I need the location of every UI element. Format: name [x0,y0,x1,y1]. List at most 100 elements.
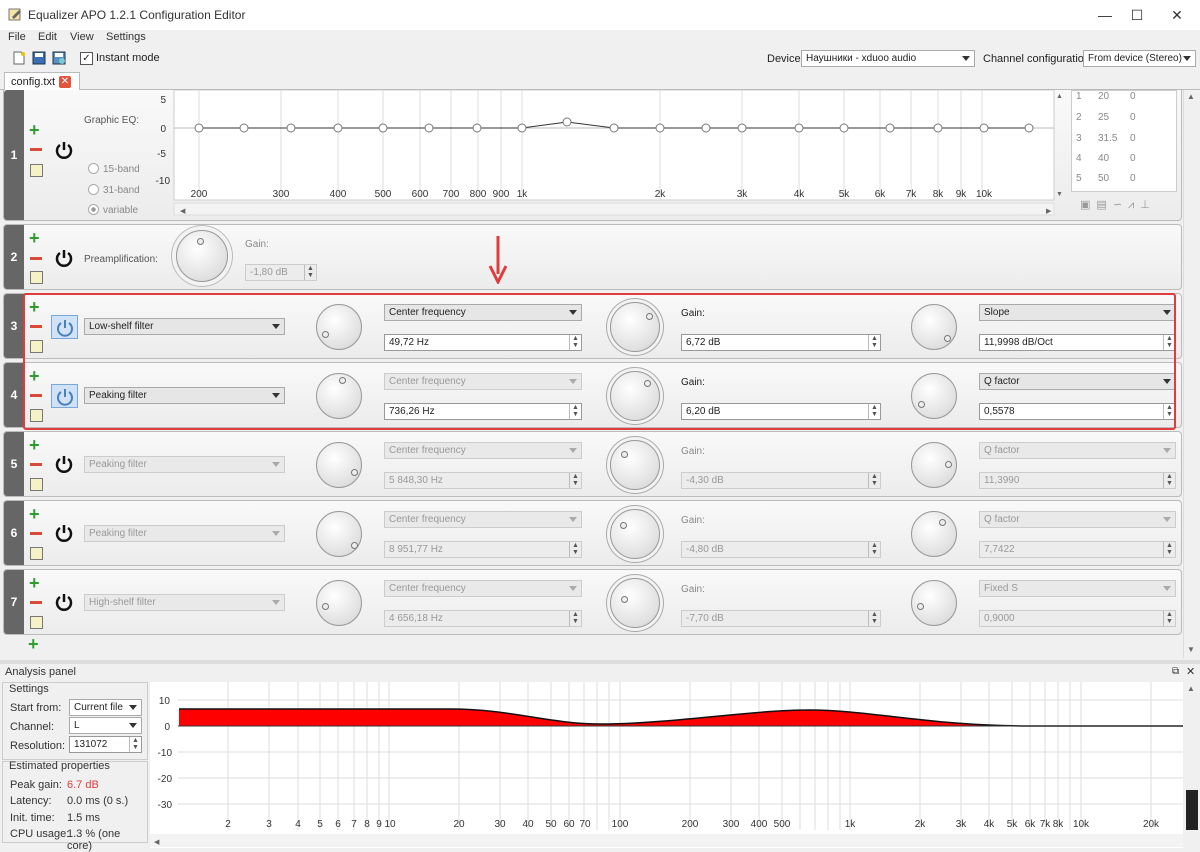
frequency-knob[interactable] [316,511,362,557]
import-icon[interactable]: ▣ [1080,199,1096,211]
frequency-knob[interactable] [316,580,362,626]
spin-icon[interactable]: ▲ ▼ [569,473,581,488]
scroll-thumb[interactable] [1186,790,1198,830]
edit-icon[interactable] [30,271,43,284]
add-filter-icon[interactable]: + [29,121,43,139]
power-icon[interactable] [54,248,74,268]
menu-view[interactable]: View [70,31,94,43]
menu-settings[interactable]: Settings [106,31,146,43]
spin-icon[interactable]: ▲ ▼ [868,542,880,557]
gain-knob[interactable] [610,440,660,490]
save-icon[interactable] [32,51,46,65]
spin-icon[interactable]: ▲ ▼ [868,611,880,626]
main-scrollbar[interactable]: ▲ ▼ [1183,90,1198,658]
spin-icon[interactable]: ▲ ▼ [569,542,581,557]
close-button[interactable]: ✕ [1154,0,1200,30]
frequency-knob[interactable] [316,442,362,488]
close-icon[interactable]: ✕ [59,76,71,88]
smooth-icon[interactable]: ⩘ [1128,199,1140,211]
scroll-down-icon[interactable]: ▼ [1056,191,1063,198]
menu-file[interactable]: File [8,31,26,43]
q-knob[interactable] [911,511,957,557]
spin-icon[interactable]: ▲ ▼ [304,265,316,280]
add-filter-icon[interactable]: + [29,436,43,454]
spin-icon[interactable]: ▲ ▼ [1163,542,1175,557]
scroll-up-icon[interactable]: ▲ [1187,92,1195,101]
gain-input[interactable]: -4,30 dB ▲ ▼ [681,472,881,489]
filter-type-select[interactable]: High-shelf filter [84,594,285,611]
scroll-left-icon[interactable]: ◀ [154,839,160,846]
float-icon[interactable]: ⧉ [1172,666,1179,677]
spin-icon[interactable]: ▲ ▼ [868,473,880,488]
close-icon[interactable]: ✕ [1186,665,1195,678]
spin-icon[interactable]: ▲ ▼ [129,737,141,752]
edit-icon[interactable] [30,616,43,629]
remove-filter-icon[interactable] [30,532,42,535]
param1-select[interactable]: Center frequency [384,442,582,459]
save-as-icon[interactable] [52,51,66,65]
scroll-right-icon[interactable]: ▶ [1046,208,1052,215]
add-filter-icon[interactable]: + [29,229,43,247]
band-variable-radio[interactable] [88,204,99,215]
power-icon[interactable] [54,454,74,474]
start-from-select[interactable]: Current file [69,699,142,716]
preamp-knob[interactable] [176,230,228,282]
remove-filter-icon[interactable] [30,148,42,151]
filter-type-select[interactable]: Peaking filter [84,525,285,542]
invert-icon[interactable]: ∽ [1113,199,1128,211]
spin-icon[interactable]: ▲ ▼ [1163,473,1175,488]
slope-knob[interactable] [911,580,957,626]
scroll-left-icon[interactable]: ◀ [180,208,186,215]
remove-filter-icon[interactable] [30,601,42,604]
graphic-eq-plot[interactable]: 5 0 -5 -10 200 300 400 500 600 700 800 9… [144,90,1069,218]
filter-type-select[interactable]: Peaking filter [84,456,285,473]
param1-select[interactable]: Center frequency [384,580,582,597]
power-icon[interactable] [54,140,74,160]
band-15-radio[interactable] [88,163,99,174]
power-icon[interactable] [54,592,74,612]
add-filter-icon[interactable]: + [29,574,43,592]
band-table[interactable]: 1 20 0 2 25 0 3 31.5 0 4 40 0 5 50 0 [1071,90,1177,192]
q-input[interactable]: 7,7422 ▲ ▼ [979,541,1176,558]
gain-knob[interactable] [610,578,660,628]
reset-icon[interactable]: ⊥ [1140,199,1156,211]
frequency-input[interactable]: 5 848,30 Hz ▲ ▼ [384,472,582,489]
device-select[interactable]: Наушники - xduoo audio [801,50,975,67]
gain-input[interactable]: -4,80 dB ▲ ▼ [681,541,881,558]
scroll-down-icon[interactable]: ▼ [1187,645,1195,654]
spin-icon[interactable]: ▲ ▼ [1163,611,1175,626]
remove-filter-icon[interactable] [30,257,42,260]
preamp-gain-input[interactable]: -1,80 dB ▲ ▼ [245,264,317,281]
resolution-input[interactable]: 131072 ▲ ▼ [69,736,142,753]
edit-icon[interactable] [30,164,43,177]
remove-filter-icon[interactable] [30,463,42,466]
add-filter-icon[interactable]: + [28,635,42,653]
param1-select[interactable]: Center frequency [384,511,582,528]
instant-mode-checkbox[interactable]: ✓ [80,52,93,65]
channel-config-select[interactable]: From device (Stereo) [1083,50,1196,67]
band-31-radio[interactable] [88,184,99,195]
q-knob[interactable] [911,442,957,488]
splitter[interactable] [0,660,1200,664]
export-icon[interactable]: ▤ [1096,199,1112,211]
frequency-response-plot[interactable]: 10 0 -10 -20 -30 2 3 4 5 6 7 8 9 10 20 3… [150,682,1183,848]
slope-input[interactable]: 0,9000 ▲ ▼ [979,610,1176,627]
scroll-up-icon[interactable]: ▲ [1056,93,1063,100]
menu-edit[interactable]: Edit [38,31,57,43]
channel-select[interactable]: L [69,717,142,734]
gain-input[interactable]: -7,70 dB ▲ ▼ [681,610,881,627]
spin-icon[interactable]: ▲ ▼ [569,611,581,626]
tab-config[interactable]: config.txt ✕ [4,72,80,91]
scroll-up-icon[interactable]: ▲ [1187,684,1195,693]
frequency-input[interactable]: 8 951,77 Hz ▲ ▼ [384,541,582,558]
edit-icon[interactable] [30,547,43,560]
add-filter-icon[interactable]: + [29,505,43,523]
gain-knob[interactable] [610,509,660,559]
edit-icon[interactable] [30,478,43,491]
analysis-scrollbar[interactable]: ▲ [1184,682,1199,848]
param3-select[interactable]: Fixed S [979,580,1176,597]
param3-select[interactable]: Q factor [979,511,1176,528]
q-input[interactable]: 11,3990 ▲ ▼ [979,472,1176,489]
frequency-input[interactable]: 4 656,18 Hz ▲ ▼ [384,610,582,627]
param3-select[interactable]: Q factor [979,442,1176,459]
